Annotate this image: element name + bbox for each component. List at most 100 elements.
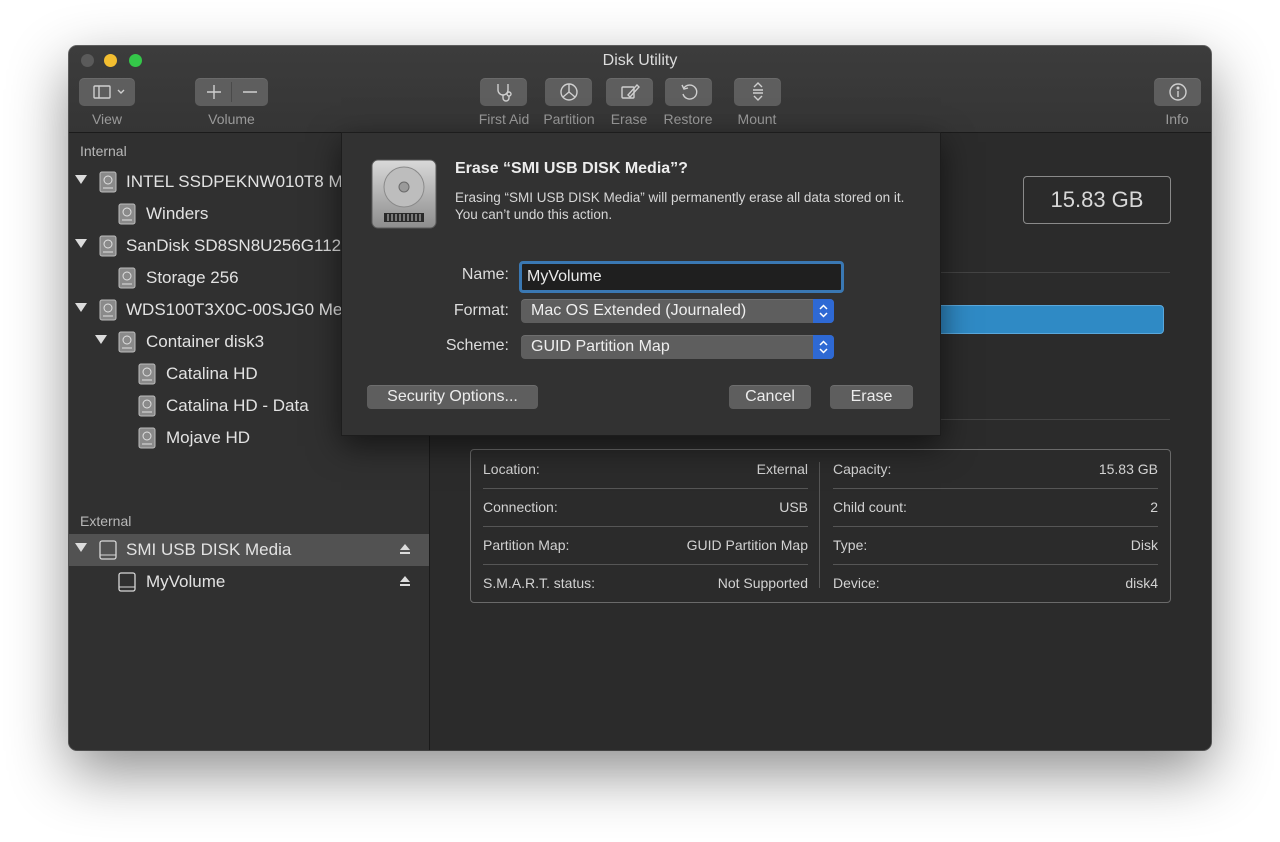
remove-volume-icon[interactable] bbox=[232, 84, 268, 100]
select-arrows-icon bbox=[813, 335, 834, 359]
partition-button[interactable] bbox=[545, 78, 592, 106]
mount-button[interactable] bbox=[734, 78, 781, 106]
info-partition-map: Partition Map: GUID Partition Map bbox=[483, 526, 808, 564]
volume-name-input[interactable] bbox=[519, 261, 844, 293]
info-value: External bbox=[756, 461, 808, 477]
sidebar-section-external: External bbox=[80, 513, 132, 529]
info-button[interactable] bbox=[1154, 78, 1201, 106]
scheme-value: GUID Partition Map bbox=[531, 338, 670, 355]
restore-label: Restore bbox=[663, 111, 713, 127]
disclosure-triangle-icon[interactable] bbox=[75, 303, 87, 312]
disclosure-triangle-icon[interactable] bbox=[75, 543, 87, 552]
sidebar-section-internal: Internal bbox=[80, 143, 127, 159]
volume-icon bbox=[138, 363, 156, 385]
divider bbox=[930, 272, 1170, 273]
format-value: Mac OS Extended (Journaled) bbox=[531, 302, 747, 319]
dialog-title: Erase “SMI USB DISK Media”? bbox=[455, 160, 688, 177]
info-label: Info bbox=[1165, 111, 1189, 127]
info-key: Child count: bbox=[833, 499, 907, 515]
scheme-label: Scheme: bbox=[445, 337, 509, 354]
internal-disk-icon bbox=[99, 235, 117, 257]
info-value: disk4 bbox=[1125, 575, 1158, 591]
eject-icon[interactable] bbox=[399, 575, 411, 587]
mount-label: Mount bbox=[737, 111, 777, 127]
container-icon bbox=[118, 331, 136, 353]
info-key: S.M.A.R.T. status: bbox=[483, 575, 596, 591]
volume-icon bbox=[138, 427, 156, 449]
add-volume-icon[interactable] bbox=[196, 84, 232, 100]
erase-icon bbox=[620, 83, 640, 99]
info-device: Device: disk4 bbox=[833, 564, 1158, 602]
info-connection: Connection: USB bbox=[483, 488, 808, 526]
disclosure-triangle-icon[interactable] bbox=[95, 335, 107, 344]
scheme-select[interactable]: GUID Partition Map bbox=[521, 335, 834, 359]
sidebar-item-label: Winders bbox=[146, 204, 209, 223]
internal-disk-icon bbox=[99, 171, 117, 193]
hard-drive-icon bbox=[371, 159, 437, 229]
sidebar-item-label: Storage 256 bbox=[146, 268, 239, 287]
info-key: Capacity: bbox=[833, 461, 892, 477]
internal-disk-icon bbox=[99, 299, 117, 321]
view-button[interactable] bbox=[79, 78, 135, 106]
erase-toolbar-button[interactable] bbox=[606, 78, 653, 106]
info-smart-status: S.M.A.R.T. status: Not Supported bbox=[483, 564, 808, 602]
volume-icon bbox=[138, 395, 156, 417]
capacity-display: 15.83 GB bbox=[1023, 176, 1171, 224]
segment-divider bbox=[231, 82, 232, 102]
sidebar-view-icon bbox=[93, 85, 125, 99]
volume-label: Volume bbox=[208, 111, 255, 127]
usage-bar bbox=[930, 305, 1164, 334]
cancel-button[interactable]: Cancel bbox=[729, 385, 811, 409]
info-value: Disk bbox=[1130, 537, 1158, 553]
disclosure-triangle-icon[interactable] bbox=[75, 239, 87, 248]
sidebar-item-label: MyVolume bbox=[146, 572, 226, 591]
info-key: Connection: bbox=[483, 499, 558, 515]
erase-dialog: Erase “SMI USB DISK Media”? Erasing “SMI… bbox=[341, 132, 941, 436]
format-label: Format: bbox=[453, 302, 509, 319]
name-label: Name: bbox=[461, 266, 509, 283]
info-key: Partition Map: bbox=[483, 537, 570, 553]
pie-partition-icon bbox=[559, 83, 578, 101]
mount-icon bbox=[752, 82, 763, 101]
sidebar-item-smi-usb-disk[interactable]: SMI USB DISK Media bbox=[69, 534, 429, 566]
restore-button[interactable] bbox=[665, 78, 712, 106]
stethoscope-icon bbox=[496, 84, 512, 102]
sidebar-item-label: SMI USB DISK Media bbox=[126, 540, 292, 559]
info-value: 15.83 GB bbox=[1098, 461, 1158, 477]
volume-icon bbox=[118, 267, 136, 289]
sidebar-item-label: Catalina HD - Data bbox=[166, 396, 309, 415]
toolbar: Disk Utility View Volume First Aid Parti… bbox=[69, 46, 1211, 133]
sidebar-item-label: Container disk3 bbox=[146, 332, 265, 351]
dialog-message: Erasing “SMI USB DISK Media” will perman… bbox=[455, 190, 905, 222]
window-title: Disk Utility bbox=[602, 52, 678, 69]
disclosure-triangle-icon[interactable] bbox=[75, 175, 87, 184]
info-location: Location: External bbox=[483, 450, 808, 488]
sidebar-item-label: INTEL SSDPEKNW010T8 Media bbox=[126, 172, 375, 191]
divider bbox=[930, 419, 1170, 420]
info-value: Not Supported bbox=[717, 575, 808, 591]
security-options-button[interactable]: Security Options... bbox=[367, 385, 538, 409]
info-capacity: Capacity: 15.83 GB bbox=[833, 450, 1158, 488]
info-value: USB bbox=[779, 499, 808, 515]
info-value: 2 bbox=[1150, 499, 1158, 515]
sidebar-item-myvolume[interactable]: MyVolume bbox=[69, 566, 429, 598]
info-type: Type: Disk bbox=[833, 526, 1158, 564]
view-label: View bbox=[91, 111, 123, 127]
info-key: Location: bbox=[483, 461, 540, 477]
info-child-count: Child count: 2 bbox=[833, 488, 1158, 526]
external-volume-icon bbox=[118, 572, 136, 592]
info-table: Location: External Connection: USB Parti… bbox=[470, 449, 1171, 603]
external-disk-icon bbox=[99, 540, 117, 560]
sidebar-item-label: Mojave HD bbox=[166, 428, 251, 447]
erase-button[interactable]: Erase bbox=[830, 385, 913, 409]
info-icon bbox=[1168, 83, 1187, 101]
info-key: Type: bbox=[833, 537, 868, 553]
select-arrows-icon bbox=[813, 299, 834, 323]
sidebar-item-label: Catalina HD bbox=[166, 364, 258, 383]
format-select[interactable]: Mac OS Extended (Journaled) bbox=[521, 299, 834, 323]
eject-icon[interactable] bbox=[399, 543, 411, 555]
volume-icon bbox=[118, 203, 136, 225]
first-aid-button[interactable] bbox=[480, 78, 527, 106]
sidebar-item-label: WDS100T3X0C-00SJG0 Media bbox=[126, 300, 366, 319]
restore-icon bbox=[680, 84, 697, 100]
